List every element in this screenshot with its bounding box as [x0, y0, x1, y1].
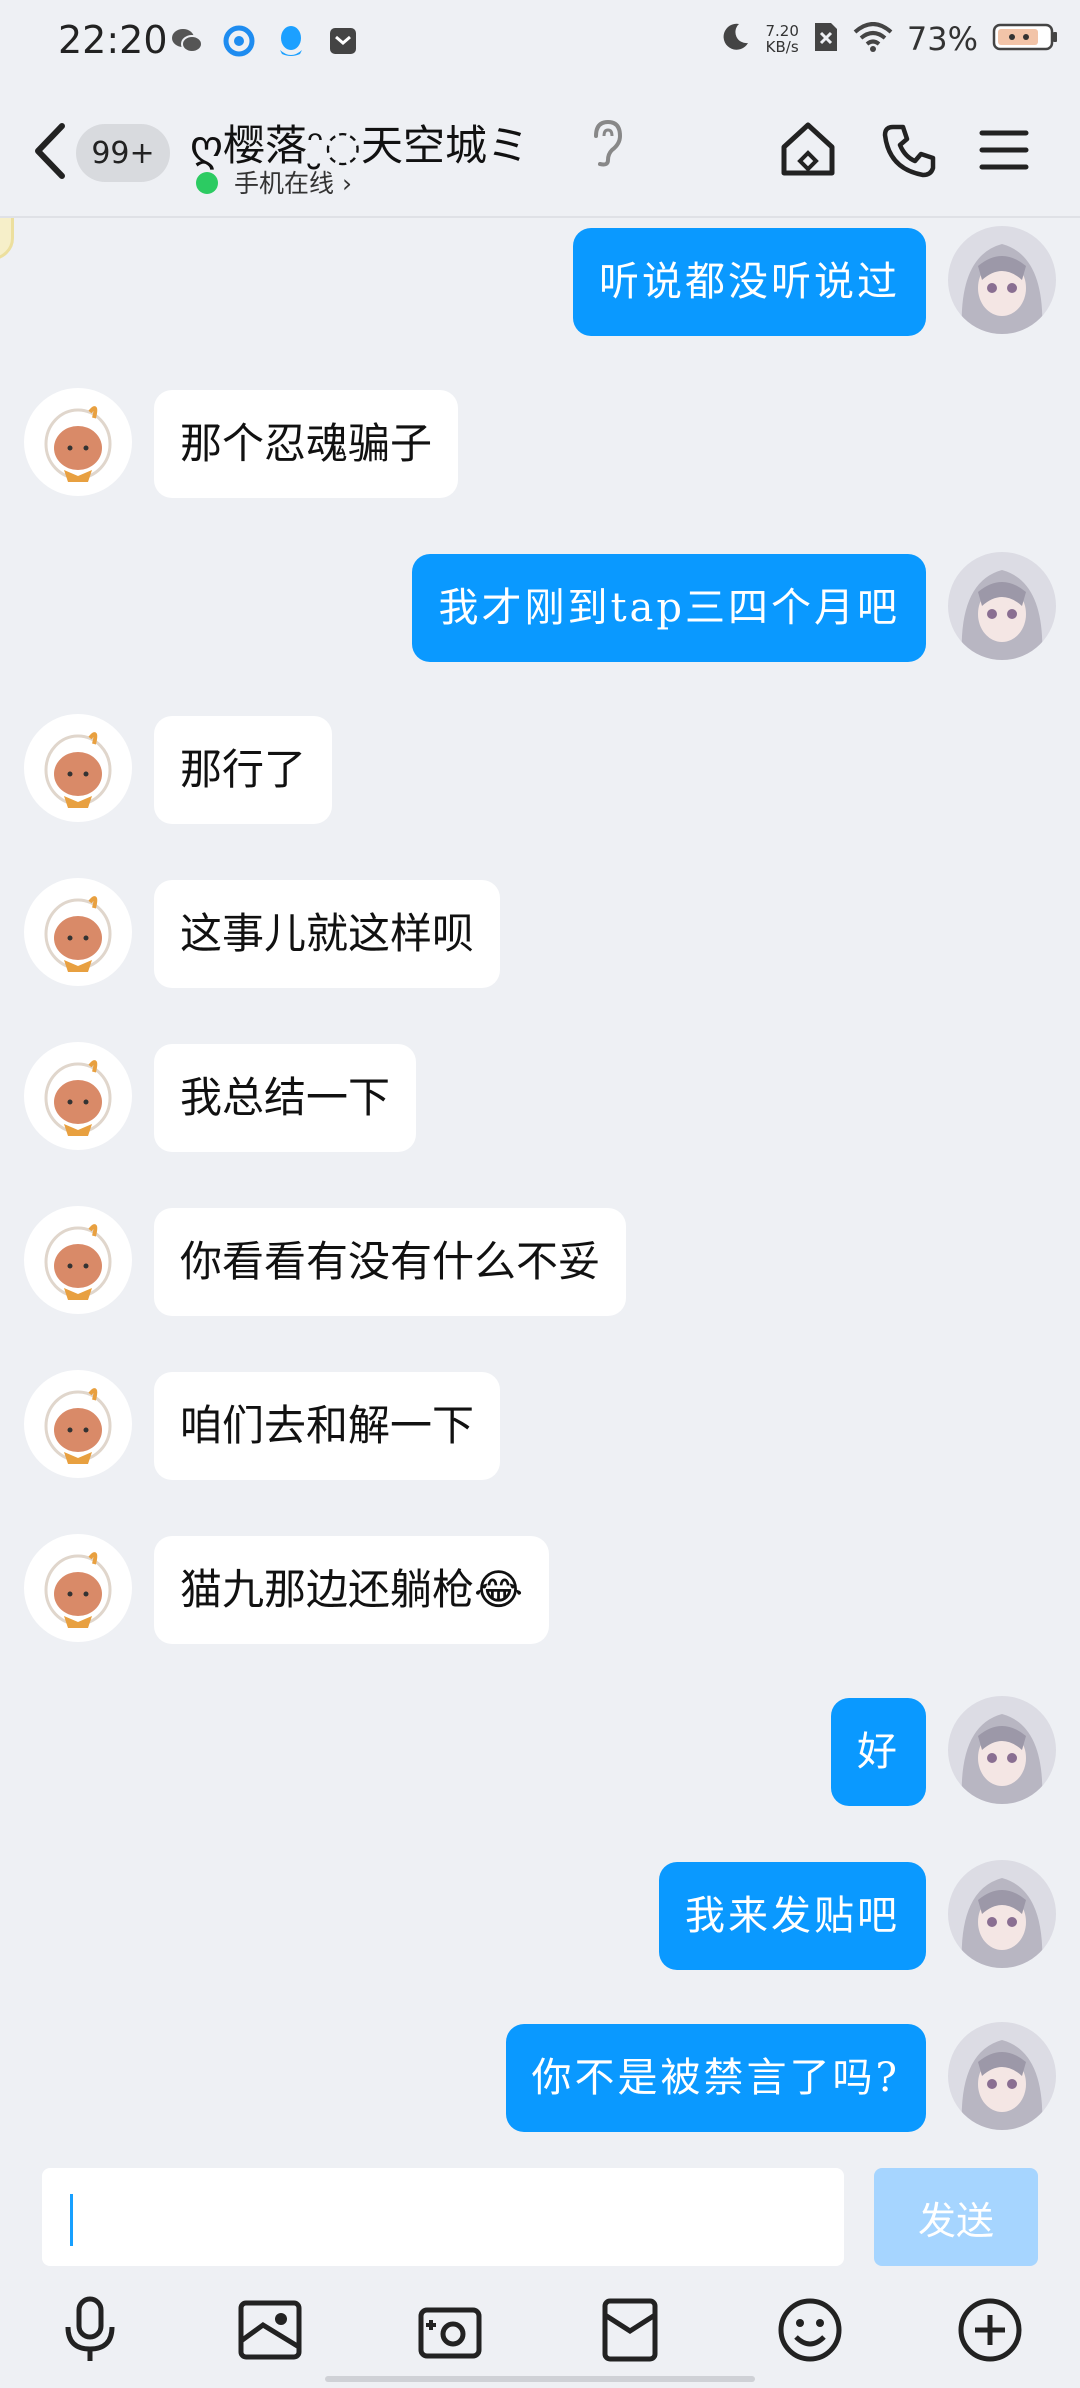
- red-packet-button[interactable]: [594, 2294, 666, 2366]
- outgoing-bubble[interactable]: 听说都没听说过: [573, 228, 926, 336]
- call-button[interactable]: [878, 118, 942, 182]
- emoji-icon: [778, 2298, 842, 2362]
- input-toolbar: [0, 2272, 1080, 2388]
- input-bar: 发送: [0, 2152, 1080, 2272]
- no-sim-icon: [813, 21, 839, 57]
- message-row: 猫九那边还躺枪😂: [24, 1534, 644, 1644]
- message-row: 你看看有没有什么不妥: [24, 1206, 704, 1316]
- send-button[interactable]: 发送: [874, 2168, 1038, 2266]
- house-icon: [781, 122, 835, 176]
- more-button[interactable]: [954, 2294, 1026, 2366]
- contact-avatar[interactable]: [24, 1042, 132, 1150]
- online-indicator: [196, 172, 218, 194]
- chat-header: 99+ ღ樱落ᵔ̮◌天空城ミ 手机在线 ›: [0, 82, 1080, 218]
- camera-button[interactable]: [414, 2294, 486, 2366]
- phone-icon: [882, 124, 936, 178]
- message-row: 你不是被禁言了吗?: [456, 2022, 1056, 2132]
- browser-icon: [222, 24, 256, 58]
- image-icon: [238, 2300, 302, 2360]
- incoming-bubble[interactable]: 你看看有没有什么不妥: [154, 1208, 627, 1316]
- home-button[interactable]: [776, 118, 840, 182]
- camera-icon: [418, 2307, 482, 2359]
- system-indicators: 7.20 KB/s 73%: [719, 20, 1058, 58]
- outgoing-bubble[interactable]: 我才刚到tap三四个月吧: [412, 554, 926, 662]
- incoming-bubble[interactable]: 我总结一下: [154, 1044, 417, 1152]
- unread-badge[interactable]: 99+: [76, 124, 170, 182]
- mail-bag-icon: [326, 24, 360, 58]
- wechat-icon: [170, 24, 204, 58]
- contact-avatar[interactable]: [24, 1206, 132, 1314]
- status-bar: 22:20 7.20 KB/s 73%: [0, 0, 1080, 82]
- home-indicator[interactable]: [325, 2376, 755, 2382]
- incoming-bubble[interactable]: 猫九那边还躺枪😂: [154, 1536, 550, 1644]
- text-caret: [70, 2194, 73, 2246]
- incoming-bubble[interactable]: 这事儿就这样呗: [154, 880, 501, 988]
- net-speed-unit: KB/s: [765, 38, 799, 56]
- message-row: 我来发贴吧: [576, 1860, 1056, 1970]
- message-row: 那个忍魂骗子: [24, 388, 504, 498]
- moon-icon: [719, 21, 751, 57]
- contact-avatar[interactable]: [24, 1370, 132, 1478]
- my-avatar[interactable]: [948, 1860, 1056, 1968]
- online-status[interactable]: 手机在线 ›: [234, 164, 352, 200]
- incoming-bubble[interactable]: 那个忍魂骗子: [154, 390, 459, 498]
- message-row: 咱们去和解一下: [24, 1370, 584, 1480]
- message-input[interactable]: [42, 2168, 844, 2266]
- menu-button[interactable]: [972, 118, 1036, 182]
- my-avatar[interactable]: [948, 552, 1056, 660]
- my-avatar[interactable]: [948, 2022, 1056, 2130]
- my-avatar[interactable]: [948, 226, 1056, 334]
- outgoing-bubble[interactable]: 好: [831, 1698, 926, 1806]
- battery-percent: 73%: [906, 20, 978, 58]
- hamburger-icon: [979, 130, 1029, 170]
- wifi-icon: [853, 22, 893, 56]
- incoming-bubble[interactable]: 咱们去和解一下: [154, 1372, 501, 1480]
- battery-icon: [992, 22, 1058, 56]
- message-row: 我才刚到tap三四个月吧: [396, 552, 1056, 662]
- status-time: 22:20: [58, 18, 168, 62]
- contact-avatar[interactable]: [24, 388, 132, 496]
- my-avatar[interactable]: [948, 1696, 1056, 1804]
- contact-avatar[interactable]: [24, 1534, 132, 1642]
- ear-icon[interactable]: [588, 118, 624, 168]
- contact-avatar[interactable]: [24, 714, 132, 822]
- back-button[interactable]: [28, 120, 72, 182]
- gallery-button[interactable]: [234, 2294, 306, 2366]
- emoji-button[interactable]: [774, 2294, 846, 2366]
- outgoing-bubble[interactable]: 我来发贴吧: [659, 1862, 926, 1970]
- red-packet-icon: [602, 2298, 658, 2362]
- plus-icon: [958, 2298, 1022, 2362]
- notification-icons: [170, 24, 360, 58]
- voice-button[interactable]: [54, 2294, 126, 2366]
- contact-avatar[interactable]: [24, 878, 132, 986]
- microphone-icon: [65, 2296, 115, 2361]
- message-row: 这事儿就这样呗: [24, 878, 564, 988]
- network-speed: 7.20 KB/s: [765, 23, 798, 55]
- outgoing-bubble[interactable]: 你不是被禁言了吗?: [505, 2024, 926, 2132]
- message-row: 那行了: [24, 714, 424, 824]
- incoming-bubble[interactable]: 那行了: [154, 716, 333, 824]
- chat-messages[interactable]: 听说都没听说过 那个忍魂骗子 我才刚到tap三四个月吧 那行了 这事儿就这样呗 …: [0, 218, 1080, 2152]
- chevron-left-icon: [35, 123, 65, 179]
- qq-icon: [274, 24, 308, 58]
- message-row: 听说都没听说过: [496, 226, 1056, 336]
- message-row: 我总结一下: [24, 1042, 504, 1152]
- message-row: 好: [756, 1696, 1056, 1806]
